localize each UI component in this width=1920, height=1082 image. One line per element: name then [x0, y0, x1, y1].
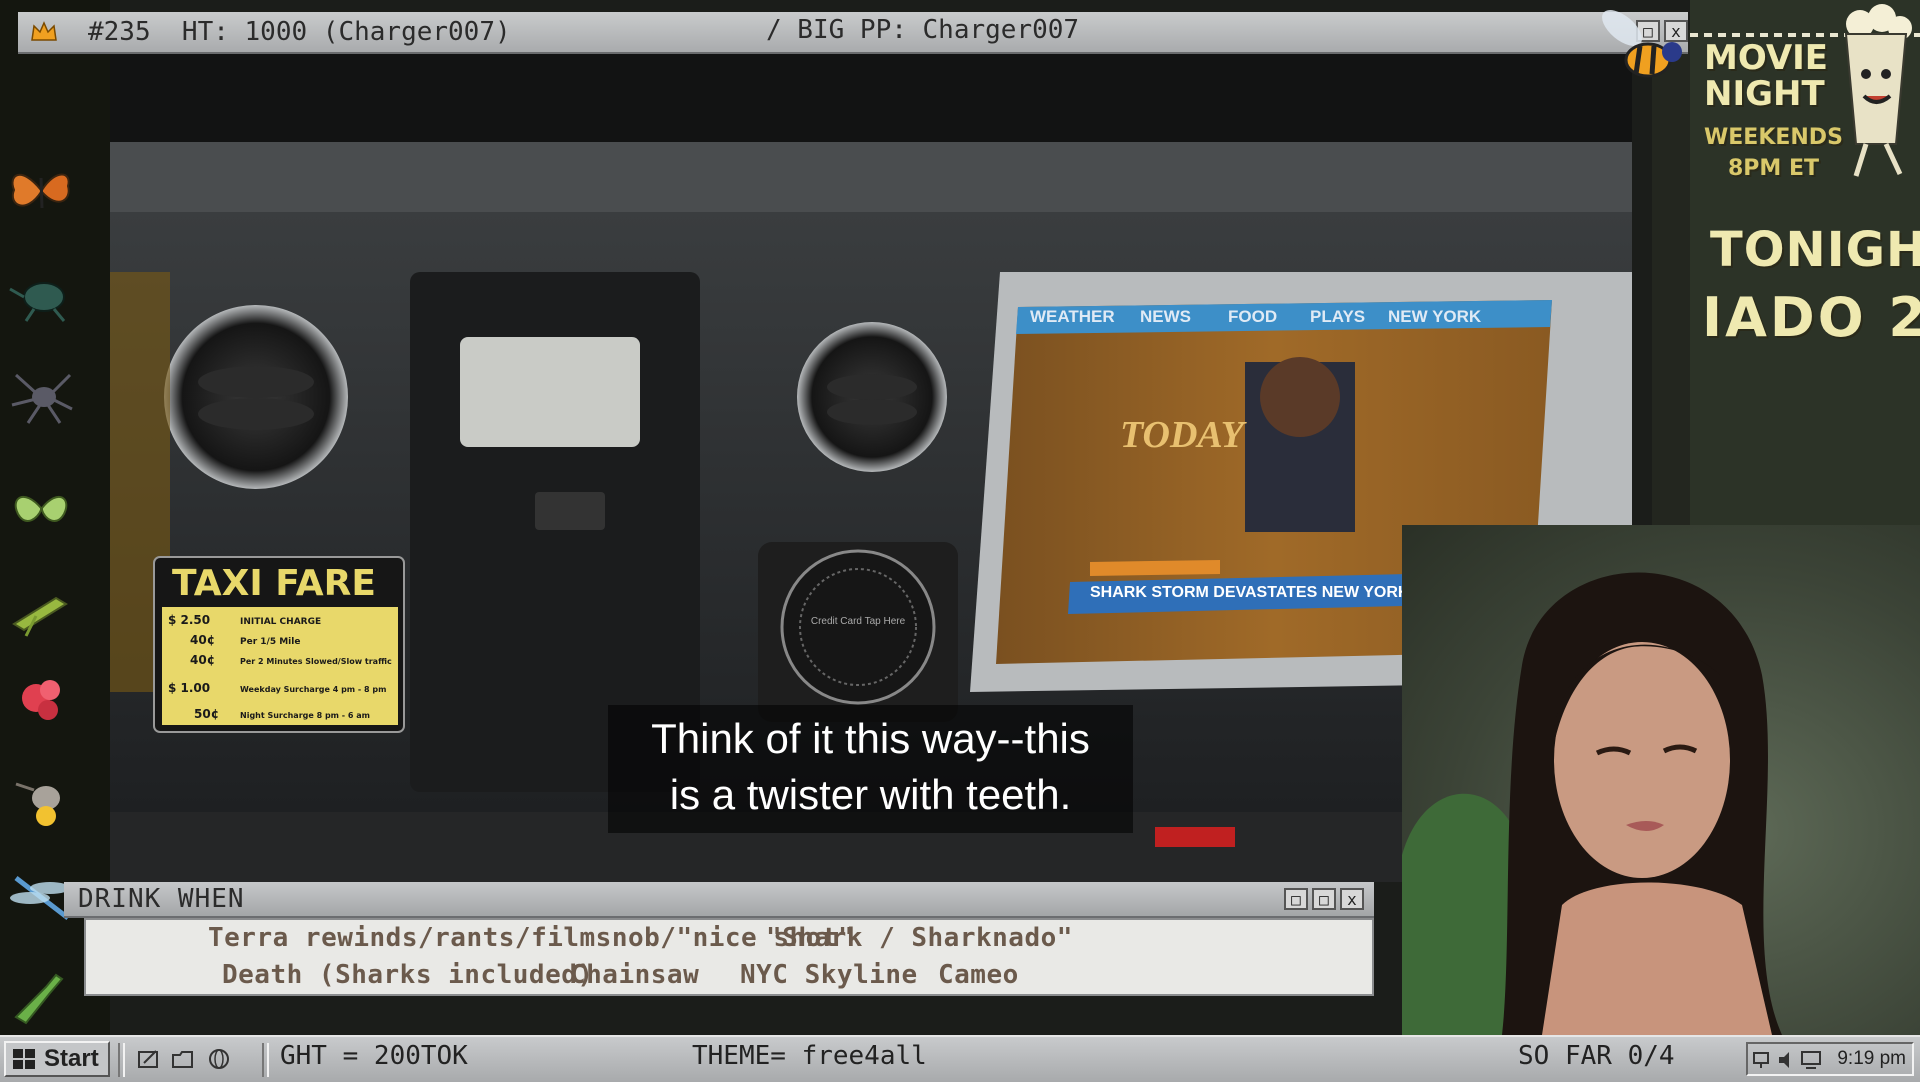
subtitle-line-1: Think of it this way--this	[651, 715, 1090, 762]
stream-title-bar: #235 HT: 1000 (Charger007) / BIG PP: Cha…	[18, 12, 1688, 54]
network-tray-icon[interactable]	[1752, 1049, 1776, 1071]
tv-nav-newyork: NEW YORK	[1388, 307, 1482, 326]
orchid-mantis-icon	[22, 680, 60, 720]
poster-line-time: 8PM ET	[1728, 156, 1820, 181]
tonight-title: IADO 2	[1702, 286, 1920, 349]
so-far-counter: SO FAR 0/4	[1518, 1041, 1675, 1071]
poster-line-night: NIGHT	[1704, 74, 1825, 114]
crown-icon	[31, 21, 57, 41]
tv-nav-news: NEWS	[1140, 307, 1191, 326]
big-pp-label: / BIG PP: Charger007	[766, 15, 1080, 45]
streamer-webcam	[1402, 525, 1920, 1035]
tv-nav-bar: WEATHER NEWS FOOD PLAYS NEW YORK	[1030, 307, 1482, 326]
system-tray: 9:19 pm	[1746, 1042, 1914, 1076]
drink-when-titlebar: DRINK WHEN □ □ x	[64, 882, 1374, 918]
drink-maximize-button[interactable]: □	[1312, 888, 1336, 910]
drink-rule-chainsaw: Chainsaw	[570, 960, 700, 990]
quicklaunch-folder-icon[interactable]	[170, 1047, 196, 1071]
butterfly-icon	[11, 173, 70, 209]
fare-desc-1: Per 1/5 Mile	[240, 637, 300, 647]
drink-when-window: DRINK WHEN □ □ x Terra rewinds/rants/fil…	[64, 882, 1374, 997]
poster-line-weekends: WEEKENDS	[1704, 125, 1843, 150]
fare-desc-2: Per 2 Minutes Slowed/Slow traffic	[240, 657, 392, 666]
webcam-feed	[1402, 572, 1782, 1035]
start-button[interactable]: Start	[4, 1041, 110, 1077]
goal-status: GHT = 200TOK	[280, 1041, 468, 1071]
quicklaunch-edit-icon[interactable]	[136, 1047, 162, 1071]
video-frame-edge	[1652, 30, 1690, 570]
display-tray-icon[interactable]	[1800, 1049, 1824, 1071]
fare-price-3: $ 1.00	[168, 681, 210, 695]
fare-price-1: 40¢	[190, 633, 215, 647]
moth-icon	[14, 495, 68, 522]
taskbar: Start GHT = 200TOK THEME= free4all SO FA…	[0, 1035, 1920, 1082]
drink-rule-skyline: NYC Skyline	[740, 960, 918, 990]
theme-status: THEME= free4all	[692, 1041, 927, 1071]
drink-rule-shark: "Shark / Sharknado"	[766, 923, 1073, 953]
fare-price-4: 50¢	[194, 707, 219, 721]
taxi-fare-sign: TAXI FARE $ 2.50 INITIAL CHARGE 40¢ Per …	[153, 556, 405, 733]
drink-close-button[interactable]: x	[1340, 888, 1364, 910]
drink-when-title: DRINK WHEN	[78, 884, 245, 914]
spider-icon	[11, 373, 73, 424]
drink-rules-list: Terra rewinds/rants/filmsnob/"nice shot"…	[84, 918, 1374, 996]
start-logo-icon	[13, 1049, 35, 1069]
volume-tray-icon[interactable]	[1776, 1049, 1798, 1071]
taskbar-separator	[262, 1043, 269, 1077]
firefly-icon	[15, 782, 60, 826]
grasshopper-icon	[12, 596, 68, 637]
taskbar-separator	[118, 1043, 125, 1077]
tonight-label: TONIGHT:	[1710, 222, 1920, 278]
fare-desc-3: Weekday Surcharge 4 pm - 8 pm	[240, 685, 386, 694]
fare-price-2: 40¢	[190, 653, 215, 667]
drink-window-controls: □ □ x	[1284, 888, 1364, 910]
beetle-icon	[9, 282, 66, 322]
tv-news-ticker: SHARK STORM DEVASTATES NEW YORK	[1090, 584, 1410, 601]
drink-rule-terra: Terra rewinds/rants/filmsnob/"nice shot"	[208, 923, 855, 953]
taxi-fare-title: TAXI FARE	[172, 563, 376, 604]
tv-nav-plays: PLAYS	[1310, 307, 1365, 326]
card-reader-label: Credit Card Tap Here	[811, 616, 906, 627]
drink-rule-death: Death (Sharks included)	[222, 960, 594, 990]
start-label: Start	[44, 1045, 99, 1072]
bug-sticker-strip	[0, 0, 110, 1035]
video-subtitle: Think of it this way--this is a twister …	[608, 705, 1133, 833]
bee-sticker-icon	[1602, 10, 1682, 78]
subtitle-line-2: is a twister with teeth.	[669, 771, 1072, 818]
drink-minimize-button[interactable]: □	[1284, 888, 1308, 910]
fare-desc-0: INITIAL CHARGE	[240, 617, 321, 627]
high-tip-label: #235 HT: 1000 (Charger007)	[88, 17, 511, 47]
poster-line-movie: MOVIE	[1704, 38, 1829, 78]
quicklaunch-browser-icon[interactable]	[206, 1047, 232, 1071]
tv-show-logo: TODAY	[1120, 414, 1248, 456]
fare-price-0: $ 2.50	[168, 613, 210, 627]
taskbar-clock: 9:19 pm	[1837, 1048, 1906, 1069]
fare-desc-4: Night Surcharge 8 pm - 6 am	[240, 711, 370, 720]
drink-rule-cameo: Cameo	[938, 960, 1019, 990]
popcorn-mascot-icon	[1844, 4, 1912, 177]
tv-nav-food: FOOD	[1228, 307, 1277, 326]
tv-nav-weather: WEATHER	[1030, 307, 1115, 326]
